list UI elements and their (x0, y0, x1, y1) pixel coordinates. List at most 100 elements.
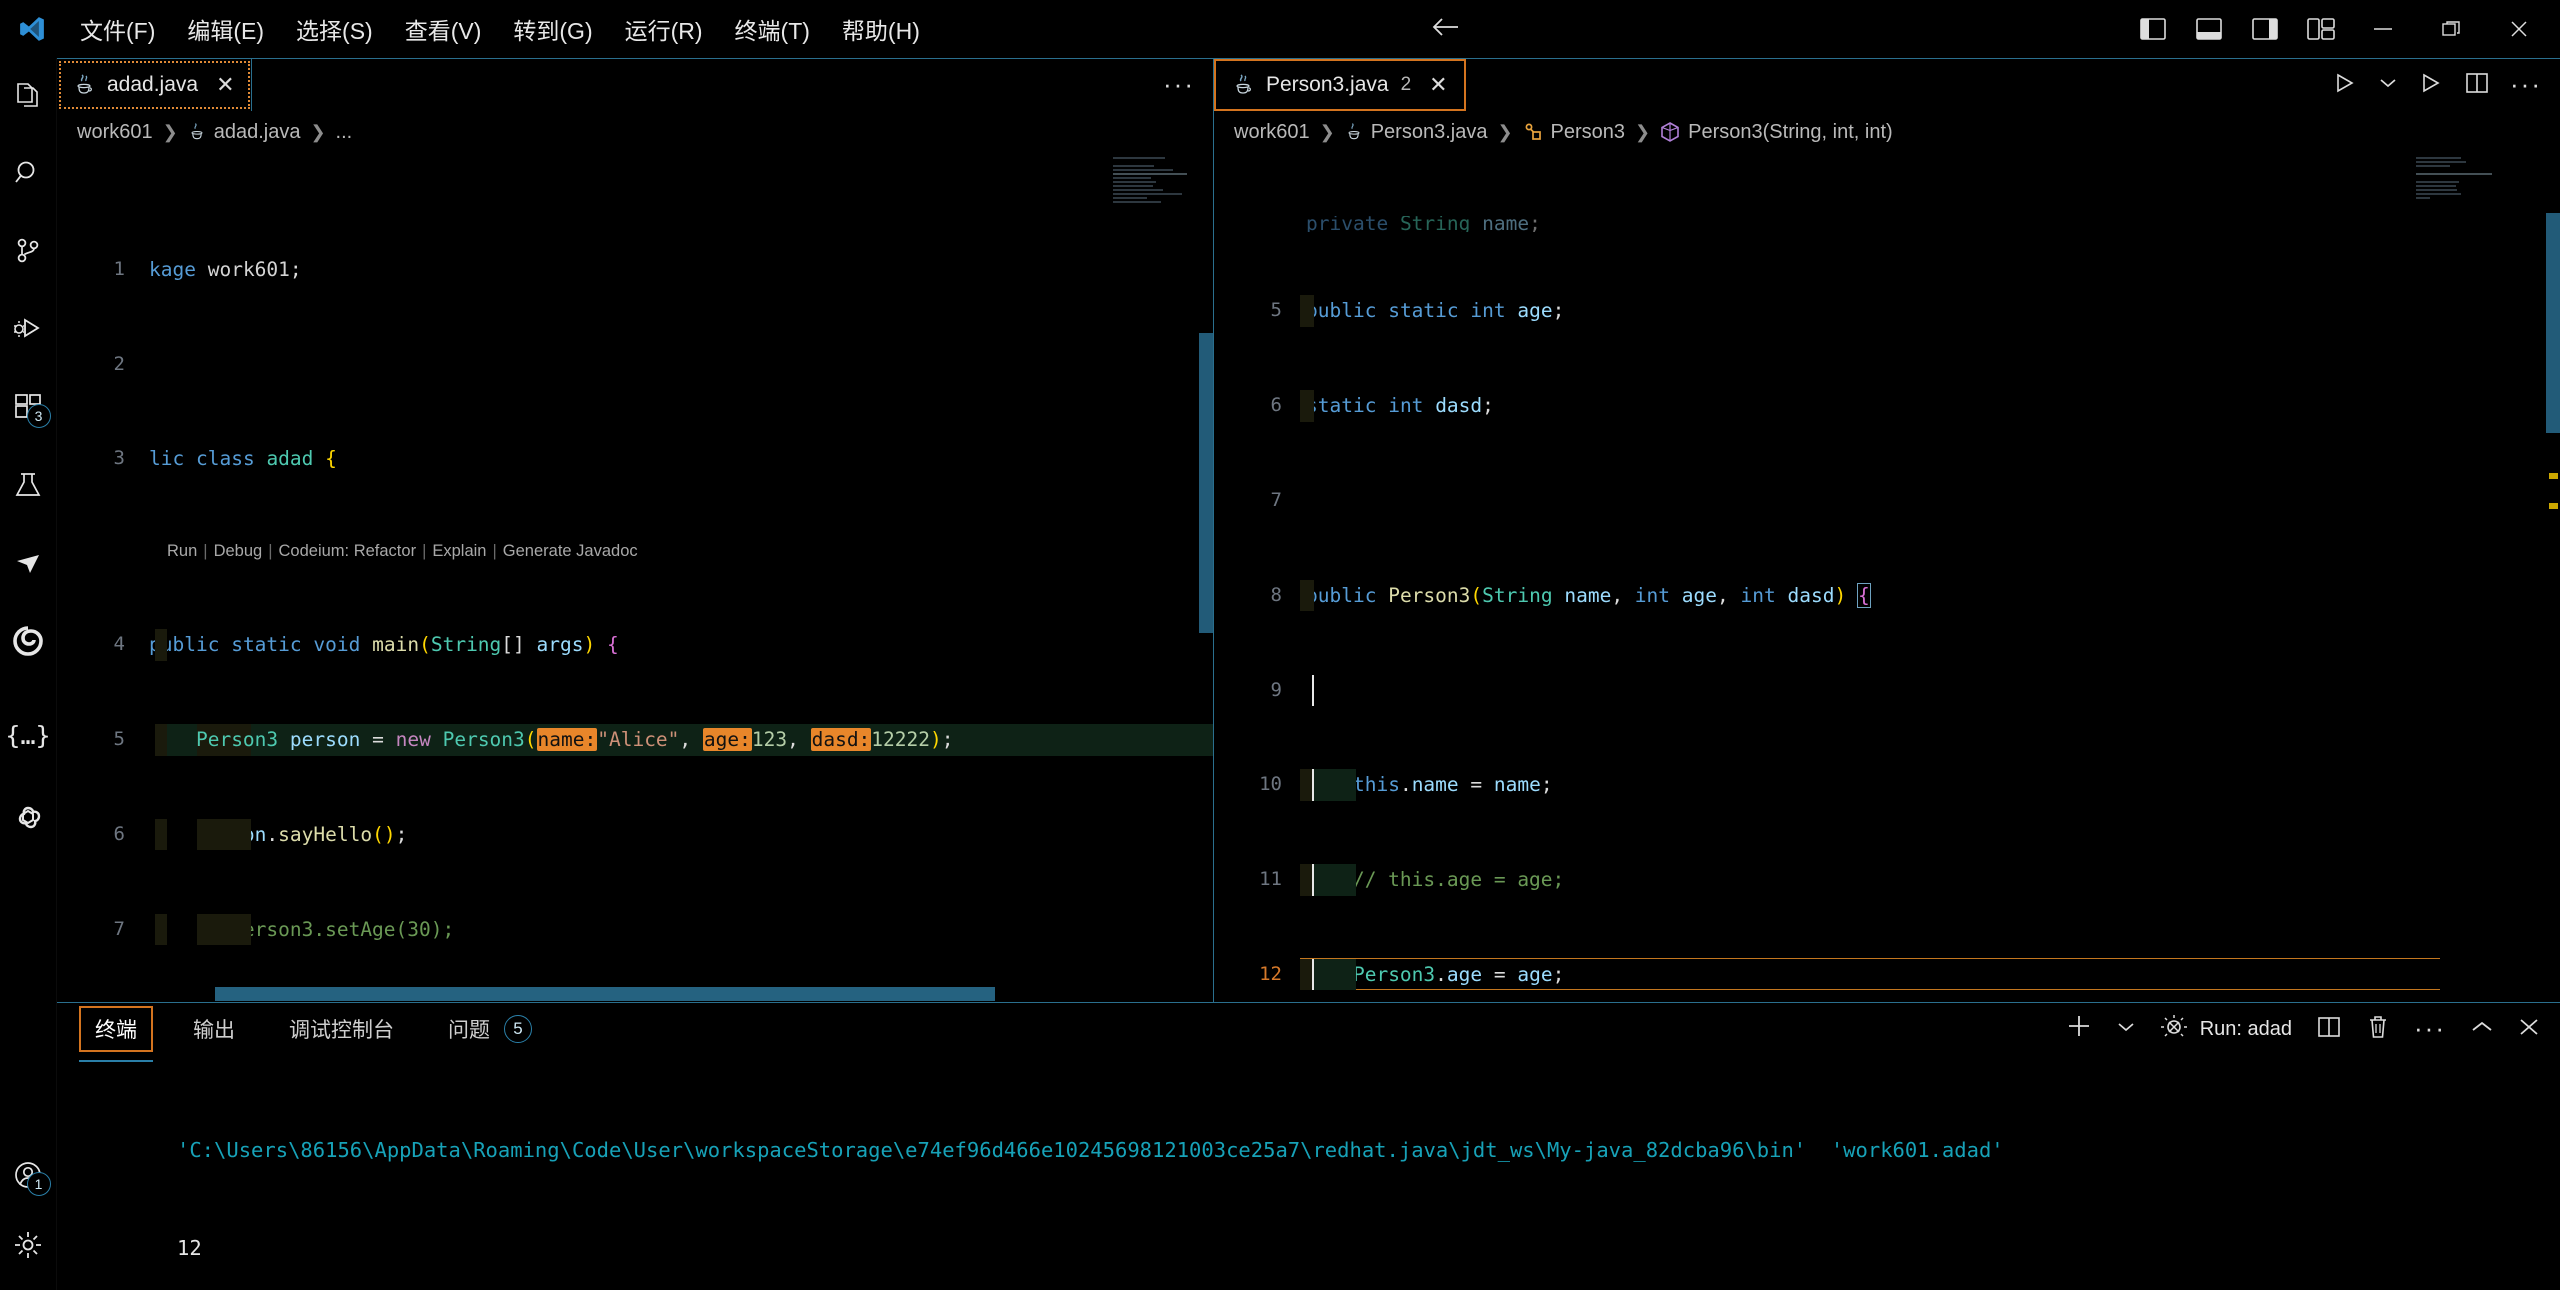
tab-adad-java[interactable]: adad.java ✕ (57, 59, 252, 111)
codelens-debug[interactable]: Debug (214, 536, 263, 568)
search-icon[interactable] (0, 146, 57, 200)
editor-vertical-scrollbar-left[interactable] (1199, 153, 1213, 1002)
tab-dirty-count: 2 (1400, 74, 1412, 95)
extensions-badge: 3 (26, 404, 51, 428)
menu-terminal[interactable]: 终端(T) (719, 6, 826, 52)
source-control-icon[interactable] (0, 224, 57, 278)
close-icon[interactable]: ✕ (216, 74, 234, 96)
run-icon[interactable] (2332, 71, 2358, 100)
maximize-panel-icon[interactable] (2470, 1019, 2494, 1040)
editor-left[interactable]: 1 kage work601; 2 3 lic class adad {Run… (57, 153, 1213, 1002)
window-restore-button[interactable] (2428, 12, 2474, 46)
snippets-icon[interactable]: {…} (0, 708, 57, 762)
toggle-panel-icon[interactable] (2192, 15, 2226, 43)
close-panel-icon[interactable] (2518, 1017, 2540, 1042)
line-text: kage work601; (149, 257, 302, 281)
menu-run[interactable]: 运行(R) (609, 6, 719, 52)
terminal-output[interactable]: 'C:\Users\86156\AppData\Roaming\Code\Use… (57, 1055, 2560, 1290)
testing-icon[interactable] (0, 458, 57, 512)
breadcrumb-method[interactable]: Person3(String, int, int) (1660, 121, 1893, 144)
terminal-dropdown-icon[interactable] (2116, 1020, 2136, 1039)
run-dropdown-icon[interactable] (2378, 76, 2398, 95)
line-text: lic class adad { (149, 447, 337, 471)
tab-bar-right: Person3.java 2 ✕ ··· (1214, 59, 2560, 111)
settings-gear-icon[interactable] (0, 1218, 57, 1272)
breadcrumb-file[interactable]: Person3.java (1345, 121, 1487, 144)
line-number: 8 (1270, 583, 1282, 606)
line-number: 7 (1270, 488, 1282, 511)
trash-icon[interactable] (2366, 1014, 2390, 1045)
more-actions-icon[interactable]: ··· (1163, 72, 1195, 97)
breadcrumb-file[interactable]: adad.java (188, 121, 300, 144)
panel-tab-label: 终端 (95, 1019, 137, 1042)
run-and-debug-icon[interactable] (0, 302, 57, 356)
split-terminal-icon[interactable] (2316, 1015, 2342, 1044)
spiral-icon[interactable] (0, 614, 57, 668)
send-rocket-icon[interactable] (0, 536, 57, 590)
extensions-icon[interactable]: 3 (0, 380, 57, 434)
customize-layout-icon[interactable] (2304, 15, 2338, 43)
openai-icon[interactable] (0, 792, 57, 846)
tab-label: Person3.java (1266, 73, 1389, 96)
code-content-right[interactable]: private String name; 5 public static int… (1214, 153, 2560, 1002)
run-java-icon[interactable] (2418, 71, 2444, 100)
title-bar: 文件(F) 编辑(E) 选择(S) 查看(V) 转到(G) 运行(R) 终端(T… (0, 0, 2560, 58)
accounts-icon[interactable]: 1 (0, 1148, 57, 1202)
codelens-javadoc[interactable]: Generate Javadoc (503, 536, 638, 568)
menu-view[interactable]: 查看(V) (389, 6, 498, 52)
editor-vertical-scrollbar-right[interactable] (2546, 153, 2560, 1002)
toggle-secondary-sidebar-icon[interactable] (2248, 15, 2282, 43)
menu-help[interactable]: 帮助(H) (826, 6, 936, 52)
panel-tab-label: 调试控制台 (289, 1019, 394, 1042)
menu-file[interactable]: 文件(F) (64, 6, 171, 52)
breadcrumb-class[interactable]: Person3 (1523, 120, 1626, 144)
menu-edit[interactable]: 编辑(E) (171, 6, 280, 52)
split-editor-icon[interactable] (2464, 71, 2490, 100)
code-line: 6 static int dasd; (1214, 390, 2560, 422)
codelens-left[interactable]: Run | Debug | Codeium: Refactor | Explain | … (57, 538, 1213, 566)
code-line: 12 Person3.age = age; (1214, 957, 2560, 991)
new-terminal-icon[interactable] (2066, 1013, 2092, 1045)
arrow-left-icon[interactable] (1430, 14, 1462, 44)
panel-tab-output[interactable]: 输出 (179, 1008, 249, 1050)
close-icon[interactable]: ✕ (1429, 74, 1447, 96)
panel-more-actions-icon[interactable]: ··· (2414, 1016, 2446, 1041)
editor-right[interactable]: private String name; 5 public static int… (1214, 153, 2560, 1002)
breadcrumb-work601[interactable]: work601 (1234, 121, 1310, 144)
code-content-left[interactable]: 1 kage work601; 2 3 lic class adad {Run… (57, 153, 1213, 1002)
explorer-icon[interactable] (0, 68, 57, 122)
codelens-refactor[interactable]: Codeium: Refactor (279, 536, 417, 568)
toggle-primary-sidebar-icon[interactable] (2136, 15, 2170, 43)
window-minimize-button[interactable] (2360, 12, 2406, 46)
more-actions-icon[interactable]: ··· (2510, 72, 2542, 97)
editor-group-right: Person3.java 2 ✕ ··· work601 ❯ Person3.j… (1214, 59, 2560, 1002)
breadcrumb-ellipsis[interactable]: ... (336, 121, 353, 144)
menu-selection[interactable]: 选择(S) (280, 6, 389, 52)
codelens-explain[interactable]: Explain (432, 536, 486, 568)
title-bar-center (936, 14, 2136, 44)
panel-tab-debug-console[interactable]: 调试控制台 (275, 1008, 408, 1050)
editor-and-panel: adad.java ✕ ··· work601 ❯ adad.java ❯ ..… (57, 58, 2560, 1290)
breadcrumb-class-label: Person3 (1550, 120, 1626, 143)
menu-go[interactable]: 转到(G) (497, 6, 608, 52)
panel-tab-terminal[interactable]: 终端 (79, 1006, 153, 1062)
breadcrumb-work601[interactable]: work601 (77, 121, 153, 144)
line-text: private String name; (1306, 216, 1541, 233)
panel-tab-problems[interactable]: 问题 5 (434, 1008, 546, 1050)
run-config-label[interactable]: Run: adad (2160, 1013, 2292, 1045)
line-text: public Person3(String name, int age, int… (1306, 582, 1871, 608)
line-number: 3 (113, 447, 125, 470)
tab-bar-spacer-left (252, 59, 1146, 111)
line-text: public static void main(String[] args) { (149, 633, 619, 657)
editor-horizontal-scrollbar-left[interactable] (155, 986, 1113, 1002)
line-text: Person3.age = age; (1352, 962, 1565, 986)
window-close-button[interactable] (2496, 12, 2542, 46)
tab-person3-java[interactable]: Person3.java 2 ✕ (1214, 59, 1466, 111)
debug-bug-icon (2160, 1013, 2188, 1045)
breadcrumb-method-label: Person3(String, int, int) (1688, 120, 1893, 143)
codelens-run[interactable]: Run (167, 536, 197, 568)
workbench-body: 3 {…} 1 adad.java ✕ ··· work601 ❯ adad.j… (0, 58, 2560, 1290)
menu-bar[interactable]: 文件(F) 编辑(E) 选择(S) 查看(V) 转到(G) 运行(R) 终端(T… (64, 6, 936, 52)
breadcrumb-right: work601 ❯ Person3.java ❯ Person3 ❯ Perso… (1214, 111, 2560, 153)
chevron-right-icon-2: ❯ (310, 121, 326, 142)
